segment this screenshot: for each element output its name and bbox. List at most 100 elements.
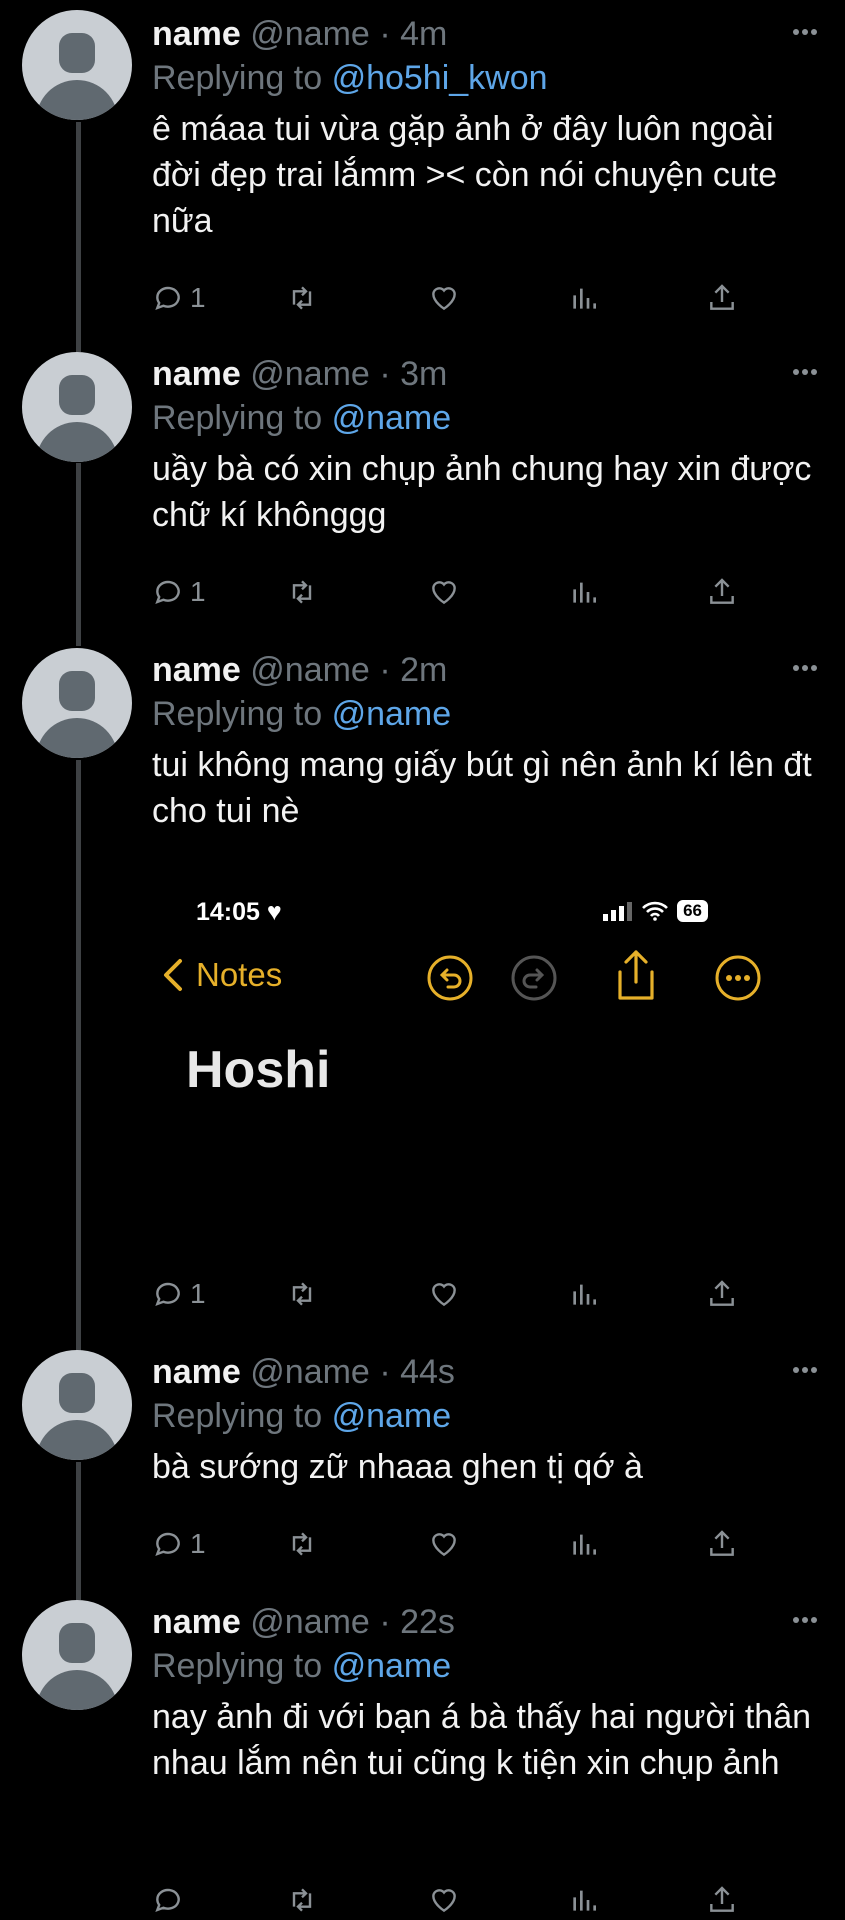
analytics-icon bbox=[573, 1534, 596, 1555]
action-bar: 1 bbox=[152, 572, 752, 612]
retweet-icon bbox=[292, 286, 312, 310]
thread-line bbox=[76, 122, 81, 352]
tweet-text: bà sướng zữ nhaaa ghen tị qớ à bbox=[152, 1448, 643, 1486]
redo-button[interactable] bbox=[510, 954, 558, 1007]
undo-icon bbox=[427, 955, 473, 1001]
heart-icon bbox=[432, 1533, 456, 1557]
tweet-header: name @name · 44s bbox=[152, 1353, 455, 1391]
like-button[interactable] bbox=[428, 1880, 460, 1920]
reply-count: 1 bbox=[190, 282, 206, 313]
replying-to: Replying to @name bbox=[152, 1397, 452, 1435]
reply-icon bbox=[155, 580, 180, 605]
tweet-text: nay ảnh đi với bạn á bà thấy hai người t… bbox=[152, 1698, 812, 1782]
analytics-icon bbox=[573, 1890, 596, 1911]
reply-button[interactable]: 1 bbox=[152, 1524, 206, 1564]
like-button[interactable] bbox=[428, 1274, 460, 1314]
timestamp[interactable]: 44s bbox=[400, 1353, 455, 1391]
avatar[interactable] bbox=[22, 1600, 132, 1710]
mention-link[interactable]: @ho5hi_kwon bbox=[332, 59, 548, 97]
status-bar-time: 14:05 ♥ bbox=[196, 898, 282, 926]
retweet-button[interactable] bbox=[286, 572, 318, 612]
timestamp[interactable]: 3m bbox=[400, 355, 447, 393]
mention-link[interactable]: @name bbox=[332, 1647, 452, 1685]
heart-icon: ♥ bbox=[266, 898, 282, 926]
share-button[interactable] bbox=[706, 278, 738, 318]
action-bar: 1 bbox=[152, 1274, 752, 1314]
notes-back-button[interactable]: Notes bbox=[160, 956, 282, 994]
tweet-header: name @name · 2m bbox=[152, 651, 448, 689]
timestamp[interactable]: 22s bbox=[400, 1603, 455, 1641]
replying-to: Replying to @name bbox=[152, 1647, 452, 1685]
analytics-button[interactable] bbox=[568, 278, 600, 318]
more-options-icon[interactable] bbox=[793, 362, 823, 375]
heart-icon bbox=[432, 287, 456, 311]
analytics-button[interactable] bbox=[568, 1274, 600, 1314]
mention-link[interactable]: @name bbox=[332, 399, 452, 437]
share-button[interactable] bbox=[706, 572, 738, 612]
more-options-icon[interactable] bbox=[793, 658, 823, 671]
more-options-icon[interactable] bbox=[793, 1610, 823, 1623]
replying-to: Replying to @name bbox=[152, 695, 452, 733]
heart-icon bbox=[432, 581, 456, 605]
status-bar-indicators: 66 bbox=[603, 900, 708, 922]
timestamp[interactable]: 4m bbox=[400, 15, 447, 53]
share-icon bbox=[710, 1886, 734, 1912]
retweet-button[interactable] bbox=[286, 278, 318, 318]
retweet-button[interactable] bbox=[286, 1524, 318, 1564]
action-bar: 1 bbox=[152, 278, 752, 318]
tweet-header: name @name · 4m bbox=[152, 15, 448, 53]
analytics-button[interactable] bbox=[568, 1880, 600, 1920]
reply-button[interactable] bbox=[152, 1880, 190, 1920]
reply-button[interactable]: 1 bbox=[152, 1274, 206, 1314]
reply-count: 1 bbox=[190, 1278, 206, 1309]
tweet-header: name @name · 3m bbox=[152, 355, 448, 393]
user-handle: @name bbox=[250, 1353, 370, 1391]
tweet-text: tui không mang giấy bút gì nên ảnh kí lê… bbox=[152, 746, 812, 830]
replying-to: Replying to @ho5hi_kwon bbox=[152, 59, 548, 97]
like-button[interactable] bbox=[428, 1524, 460, 1564]
timestamp[interactable]: 2m bbox=[400, 651, 447, 689]
note-title: Hoshi bbox=[186, 1041, 331, 1099]
wifi-icon bbox=[642, 901, 668, 921]
display-name[interactable]: name bbox=[152, 1603, 241, 1641]
retweet-icon bbox=[292, 1532, 312, 1556]
avatar[interactable] bbox=[22, 1350, 132, 1460]
retweet-button[interactable] bbox=[286, 1880, 318, 1920]
reply-icon bbox=[155, 1282, 180, 1307]
retweet-icon bbox=[292, 580, 312, 604]
reply-button[interactable]: 1 bbox=[152, 572, 206, 612]
avatar[interactable] bbox=[22, 648, 132, 758]
display-name[interactable]: name bbox=[152, 355, 241, 393]
like-button[interactable] bbox=[428, 572, 460, 612]
more-options-icon[interactable] bbox=[793, 22, 823, 35]
display-name[interactable]: name bbox=[152, 651, 241, 689]
thread-line bbox=[76, 1462, 81, 1600]
avatar[interactable] bbox=[22, 352, 132, 462]
share-note-button[interactable] bbox=[614, 948, 658, 1007]
like-button[interactable] bbox=[428, 278, 460, 318]
ellipsis-circle-icon bbox=[715, 955, 761, 1001]
display-name[interactable]: name bbox=[152, 15, 241, 53]
share-button[interactable] bbox=[706, 1880, 738, 1920]
chevron-left-icon bbox=[164, 959, 182, 991]
share-button[interactable] bbox=[706, 1274, 738, 1314]
more-options-button[interactable] bbox=[714, 954, 762, 1007]
retweet-icon bbox=[292, 1888, 312, 1912]
undo-button[interactable] bbox=[426, 954, 474, 1007]
thread-line bbox=[76, 760, 81, 1352]
display-name[interactable]: name bbox=[152, 1353, 241, 1391]
share-button[interactable] bbox=[706, 1524, 738, 1564]
mention-link[interactable]: @name bbox=[332, 1397, 452, 1435]
more-options-icon[interactable] bbox=[793, 1360, 823, 1373]
attached-screenshot[interactable]: 14:05 ♥ 66 Notes Hoshi bbox=[152, 890, 772, 1130]
avatar[interactable] bbox=[22, 10, 132, 120]
mention-link[interactable]: @name bbox=[332, 695, 452, 733]
reply-count: 1 bbox=[190, 576, 206, 607]
heart-icon bbox=[432, 1283, 456, 1307]
analytics-icon bbox=[573, 582, 596, 603]
analytics-button[interactable] bbox=[568, 1524, 600, 1564]
reply-button[interactable]: 1 bbox=[152, 278, 206, 318]
action-bar bbox=[152, 1880, 752, 1920]
analytics-button[interactable] bbox=[568, 572, 600, 612]
retweet-button[interactable] bbox=[286, 1274, 318, 1314]
